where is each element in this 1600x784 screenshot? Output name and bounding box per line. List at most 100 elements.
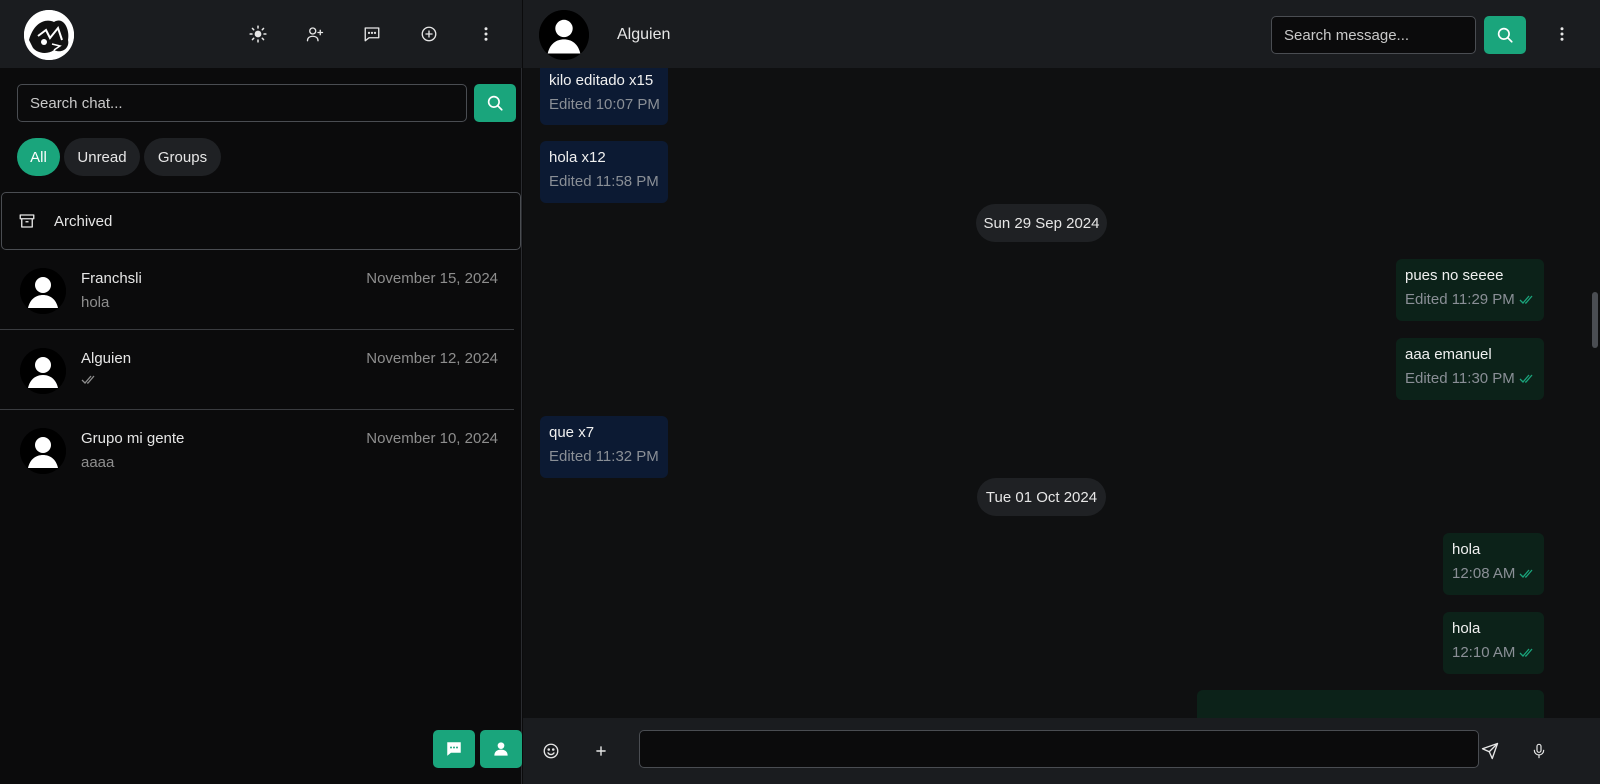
message-search-button[interactable]: [1484, 16, 1526, 54]
microphone-icon: [1533, 743, 1545, 759]
status-button[interactable]: [417, 22, 441, 46]
search-icon: [1497, 27, 1513, 43]
chat-bubble-icon: [447, 742, 461, 756]
message-time: Edited 11:29 PM: [1405, 291, 1515, 308]
sidebar-menu-button[interactable]: [474, 22, 498, 46]
message-text: aaa emanuel: [1405, 346, 1492, 363]
outgoing-message[interactable]: hola 12:08 AM: [1443, 533, 1544, 595]
chat-date: November 12, 2024: [366, 350, 498, 367]
message-input[interactable]: [639, 730, 1479, 768]
user-plus-icon: [306, 27, 324, 42]
message-text: kilo editado x15: [549, 72, 654, 89]
chat-list-item[interactable]: Grupo mi gente November 10, 2024 aaaa: [0, 410, 514, 490]
contact-avatar: [20, 268, 66, 314]
outgoing-message[interactable]: [1197, 690, 1544, 718]
chat-list-item[interactable]: Alguien November 12, 2024: [0, 330, 514, 410]
contact-avatar[interactable]: [539, 10, 589, 60]
status-circle-icon: [421, 26, 437, 42]
double-check-icon: [1519, 569, 1533, 578]
sidebar-header: [0, 0, 522, 68]
smiley-icon: [543, 743, 559, 759]
date-separator: Tue 01 Oct 2024: [977, 478, 1106, 516]
message-text: hola x12: [549, 149, 606, 166]
double-check-icon: [1519, 374, 1533, 383]
theme-toggle-button[interactable]: [246, 22, 270, 46]
chat-search-button[interactable]: [474, 84, 516, 122]
incoming-message[interactable]: kilo editado x15 Edited 10:07 PM: [540, 68, 668, 125]
message-time: Edited 11:30 PM: [1405, 370, 1515, 387]
message-time: 12:10 AM: [1452, 644, 1516, 661]
chat-header: Alguien: [523, 0, 1600, 68]
message-text: pues no seeee: [1405, 267, 1504, 284]
emoji-button[interactable]: [539, 739, 563, 763]
chat-preview: hola: [81, 294, 110, 311]
chat-date: November 10, 2024: [366, 430, 498, 447]
voice-button[interactable]: [1527, 739, 1551, 763]
filter-all[interactable]: All: [17, 138, 60, 176]
archive-icon: [19, 214, 35, 228]
message-meta: 12:08 AM: [1452, 565, 1535, 582]
outgoing-message[interactable]: aaa emanuel Edited 11:30 PM: [1396, 338, 1544, 400]
composer: [523, 718, 1600, 784]
double-check-icon: [81, 375, 95, 384]
user-silhouette-icon: [20, 268, 66, 314]
message-text: hola: [1452, 620, 1481, 637]
profile-avatar[interactable]: [24, 10, 74, 60]
message-meta: 12:10 AM: [1452, 644, 1535, 661]
chat-preview: aaaa: [81, 454, 115, 471]
contact-avatar: [20, 348, 66, 394]
chat-name: Grupo mi gente: [81, 430, 185, 447]
filter-groups[interactable]: Groups: [144, 138, 221, 176]
sun-icon: [249, 25, 267, 43]
chat-panel: Alguien kilo editado x15 Edited 10:07 PM…: [523, 0, 1600, 784]
double-check-icon: [1519, 648, 1533, 657]
more-vertical-icon: [484, 27, 488, 41]
message-meta: Edited 11:32 PM: [549, 448, 659, 465]
user-silhouette-icon: [539, 10, 589, 60]
incoming-message[interactable]: que x7 Edited 11:32 PM: [540, 416, 668, 478]
message-text: hola: [1452, 541, 1481, 558]
message-meta: Edited 10:07 PM: [549, 96, 660, 113]
message-time: 12:08 AM: [1452, 565, 1516, 582]
archived-label: Archived: [54, 212, 113, 230]
message-text: que x7: [549, 424, 595, 441]
new-message-fab[interactable]: [433, 730, 475, 768]
user-silhouette-icon: [20, 428, 66, 474]
chat-search-input[interactable]: [17, 84, 467, 122]
date-separator: Sun 29 Sep 2024: [976, 204, 1107, 242]
archived-row[interactable]: Archived: [1, 192, 521, 250]
more-vertical-icon: [1560, 27, 1564, 41]
chat-menu-button[interactable]: [1550, 22, 1574, 46]
message-meta: Edited 11:58 PM: [549, 173, 659, 190]
message-scrollbar[interactable]: [1592, 292, 1598, 348]
outgoing-message[interactable]: hola 12:10 AM: [1443, 612, 1544, 674]
chat-date: November 15, 2024: [366, 270, 498, 287]
double-check-icon: [1519, 295, 1533, 304]
search-icon: [487, 95, 503, 111]
group-avatar: [20, 428, 66, 474]
message-meta: Edited 11:29 PM: [1405, 291, 1535, 308]
chat-name: Franchsli: [81, 270, 142, 287]
incoming-message[interactable]: hola x12 Edited 11:58 PM: [540, 141, 668, 203]
message-search-input[interactable]: [1271, 16, 1476, 54]
new-chat-button[interactable]: [360, 22, 384, 46]
message-square-icon: [364, 27, 380, 42]
chat-name: Alguien: [81, 350, 132, 367]
contacts-fab[interactable]: [480, 730, 522, 768]
sidebar: All Unread Groups Archived Franchsli Nov…: [0, 0, 522, 784]
filter-unread[interactable]: Unread: [64, 138, 140, 176]
message-meta: Edited 11:30 PM: [1405, 370, 1535, 387]
chat-list-item[interactable]: Franchsli November 15, 2024 hola: [0, 250, 514, 330]
user-silhouette-icon: [20, 348, 66, 394]
chat-title[interactable]: Alguien: [617, 26, 670, 44]
chat-preview: [81, 372, 97, 389]
attach-button[interactable]: [589, 739, 613, 763]
plus-icon: [596, 746, 606, 756]
send-icon: [1481, 742, 1499, 760]
send-button[interactable]: [1478, 739, 1502, 763]
message-list[interactable]: kilo editado x15 Edited 10:07 PM hola x1…: [523, 68, 1600, 718]
chat-search-wrap: [17, 84, 467, 122]
outgoing-message[interactable]: pues no seeee Edited 11:29 PM: [1396, 259, 1544, 321]
person-icon: [494, 742, 508, 756]
add-contact-button[interactable]: [303, 22, 327, 46]
